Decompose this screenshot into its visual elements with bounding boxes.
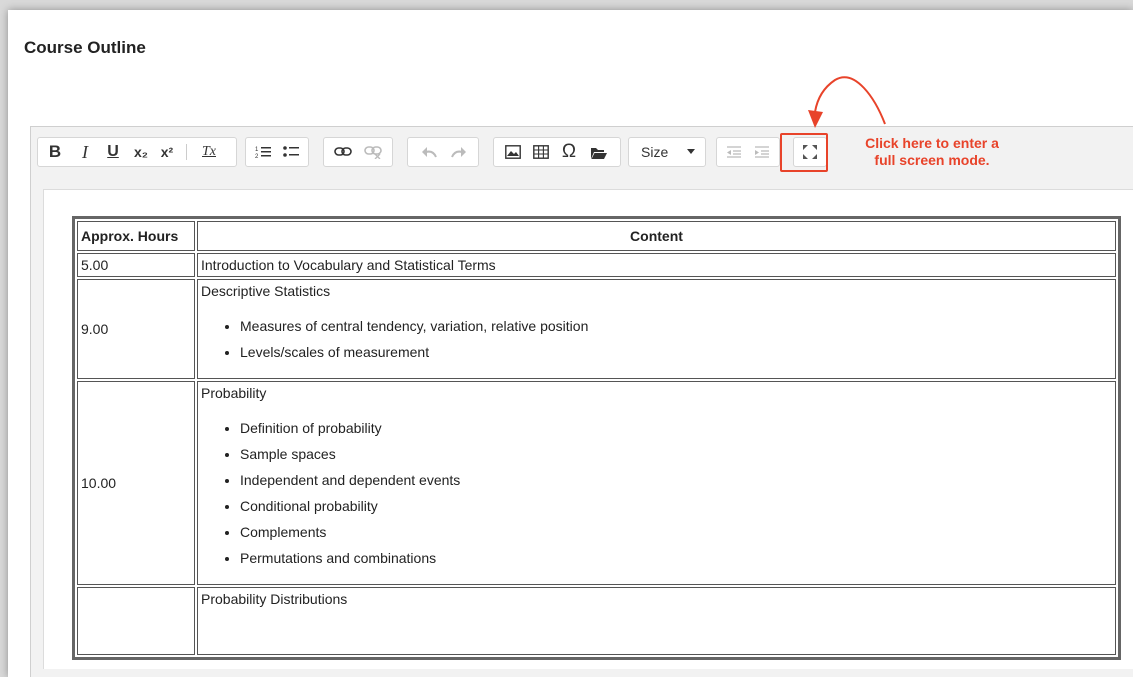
topic-bullets: Definition of probability Sample spaces … — [201, 415, 1112, 571]
insert-group: Ω — [493, 137, 621, 167]
topic-title: Descriptive Statistics — [201, 283, 331, 299]
course-outline-table: Approx. Hours Content 5.00 Introduction … — [72, 216, 1121, 660]
column-header-content: Content — [197, 221, 1116, 251]
link-icon — [334, 147, 352, 156]
column-header-hours: Approx. Hours — [77, 221, 195, 251]
link-button[interactable] — [332, 138, 354, 166]
topic-bullets: Measures of central tendency, variation,… — [201, 313, 1112, 365]
course-outline-panel: Course Outline B I U x₂ x² Tx 12 Ω Size … — [8, 10, 1133, 677]
list-item: Measures of central tendency, variation,… — [240, 313, 1112, 339]
content-cell: Probability Definition of probability Sa… — [197, 381, 1116, 585]
folder-open-icon — [591, 147, 607, 159]
annotation-line-2: full screen mode. — [874, 152, 990, 168]
annotation-arrow-icon — [808, 76, 886, 128]
unlink-icon — [364, 146, 382, 159]
subscript-button[interactable]: x₂ — [130, 138, 152, 166]
svg-text:1: 1 — [255, 147, 259, 153]
editor-status-bar — [31, 669, 1133, 677]
remove-format-button[interactable]: Tx — [198, 138, 220, 166]
size-label: Size — [641, 144, 669, 160]
table-row: 10.00 Probability Definition of probabil… — [77, 381, 1116, 585]
content-cell: Probability Distributions — [197, 587, 1116, 655]
image-icon — [505, 145, 521, 159]
table-button[interactable] — [530, 138, 552, 166]
bold-button[interactable]: B — [44, 138, 66, 166]
redo-button[interactable] — [448, 138, 470, 166]
topic-title: Introduction to Vocabulary and Statistic… — [201, 257, 496, 273]
superscript-button[interactable]: x² — [156, 138, 178, 166]
omega-icon: Ω — [561, 141, 577, 162]
underline-button[interactable]: U — [102, 138, 124, 166]
svg-text:2: 2 — [255, 154, 259, 159]
fullscreen-annotation: Click here to enter a full screen mode. — [832, 135, 1032, 169]
outdent-icon — [727, 146, 741, 158]
undo-button[interactable] — [418, 138, 440, 166]
list-item: Independent and dependent events — [240, 467, 1112, 493]
table-row: Probability Distributions — [77, 587, 1116, 655]
indent-icon — [755, 146, 769, 158]
list-item: Conditional probability — [240, 493, 1112, 519]
numbered-list-button[interactable]: 12 — [252, 138, 274, 166]
special-character-button[interactable]: Ω — [558, 138, 580, 166]
topic-title: Probability — [201, 385, 267, 401]
rich-text-editor: B I U x₂ x² Tx 12 Ω Size Approx. Hours C… — [30, 126, 1133, 677]
format-group: B I U x₂ x² Tx — [37, 137, 237, 167]
bullet-list-icon — [283, 146, 299, 157]
fullscreen-highlight-box — [780, 133, 828, 172]
indent-group — [716, 137, 780, 167]
italic-button[interactable]: I — [74, 138, 96, 166]
hours-cell: 10.00 — [77, 381, 195, 585]
outdent-button[interactable] — [723, 138, 745, 166]
list-item: Permutations and combinations — [240, 545, 1112, 571]
numbered-list-icon: 12 — [255, 147, 271, 159]
list-item: Definition of probability — [240, 415, 1112, 441]
hours-cell: 5.00 — [77, 253, 195, 277]
indent-button[interactable] — [751, 138, 773, 166]
unlink-button[interactable] — [362, 138, 384, 166]
undo-icon — [422, 147, 437, 158]
size-dropdown[interactable]: Size — [628, 137, 706, 167]
list-group: 12 — [245, 137, 309, 167]
chevron-down-icon — [687, 149, 695, 154]
redo-icon — [451, 147, 466, 158]
section-title: Course Outline — [24, 38, 146, 57]
list-item: Levels/scales of measurement — [240, 339, 1112, 365]
table-row: 9.00 Descriptive Statistics Measures of … — [77, 279, 1116, 379]
toolbar-divider — [186, 144, 187, 160]
topic-title: Probability Distributions — [201, 591, 348, 607]
list-item: Complements — [240, 519, 1112, 545]
content-cell: Introduction to Vocabulary and Statistic… — [197, 253, 1116, 277]
hours-cell — [77, 587, 195, 655]
history-group — [407, 137, 479, 167]
link-group — [323, 137, 393, 167]
editor-content[interactable]: Approx. Hours Content 5.00 Introduction … — [43, 189, 1133, 671]
bullet-list-button[interactable] — [280, 138, 302, 166]
table-row: 5.00 Introduction to Vocabulary and Stat… — [77, 253, 1116, 277]
table-icon — [533, 145, 549, 159]
annotation-line-1: Click here to enter a — [865, 135, 999, 151]
hours-cell: 9.00 — [77, 279, 195, 379]
file-browser-button[interactable] — [588, 138, 610, 166]
list-item: Sample spaces — [240, 441, 1112, 467]
image-button[interactable] — [502, 138, 524, 166]
content-cell: Descriptive Statistics Measures of centr… — [197, 279, 1116, 379]
table-header-row: Approx. Hours Content — [77, 221, 1116, 251]
